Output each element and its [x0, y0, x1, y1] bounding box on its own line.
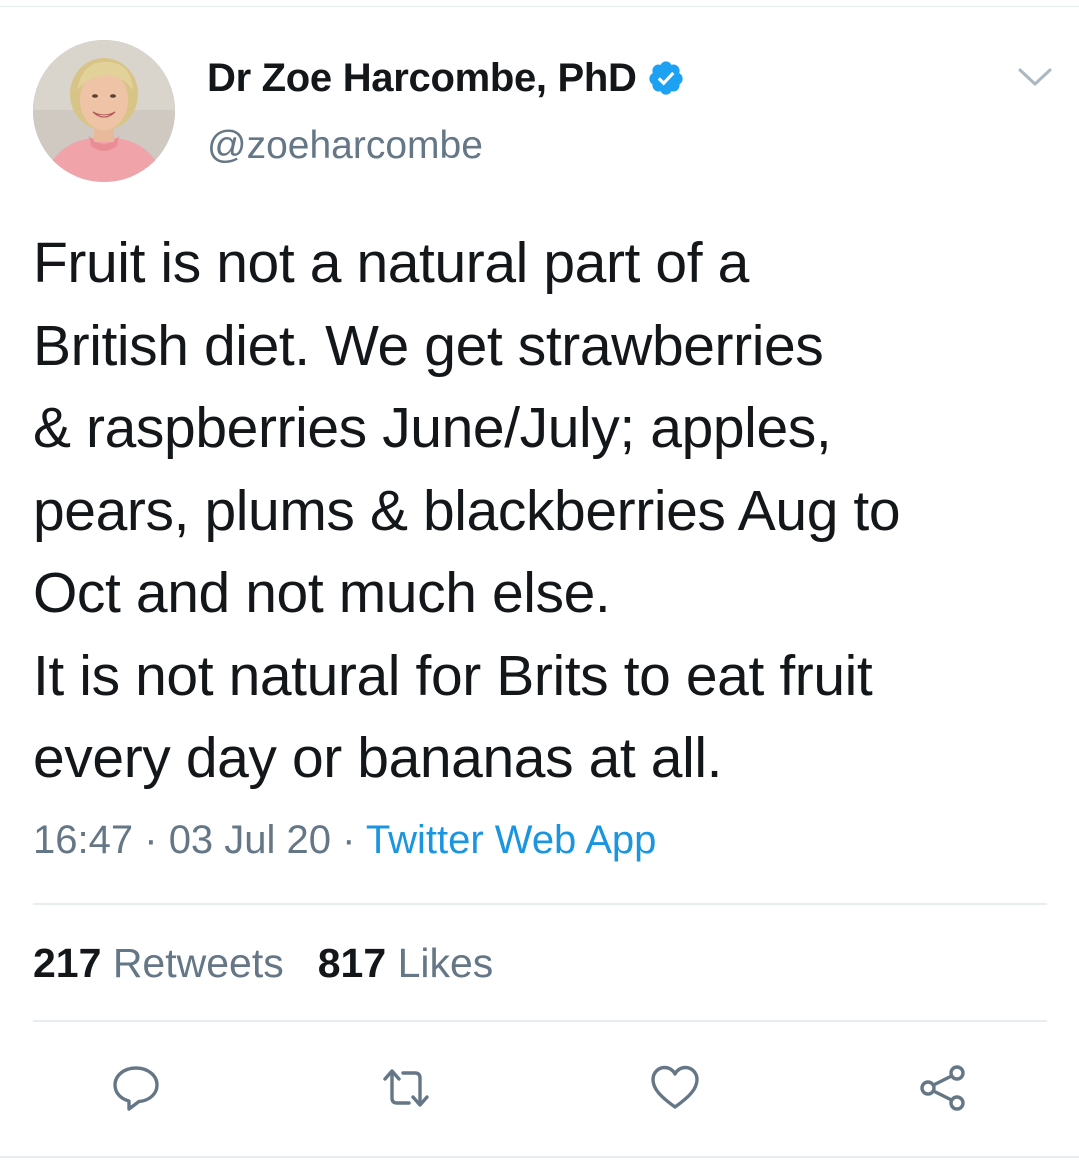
- tweet-time[interactable]: 16:47: [33, 818, 133, 862]
- tweet-stats: 217 Retweets 817 Likes: [33, 940, 493, 987]
- author-name-row[interactable]: Dr Zoe Harcombe, PhD: [207, 54, 685, 102]
- verified-badge-icon: [649, 61, 683, 95]
- meta-separator: ·: [144, 818, 158, 862]
- tweet-source-link[interactable]: Twitter Web App: [366, 818, 657, 862]
- retweet-icon[interactable]: [380, 1062, 432, 1114]
- likes-count: 817: [317, 940, 387, 986]
- heart-icon[interactable]: [649, 1062, 701, 1114]
- retweets-count: 217: [33, 940, 102, 986]
- author-handle[interactable]: @zoeharcombe: [207, 124, 483, 168]
- likes-label: Likes: [397, 940, 494, 986]
- tweet-text-line: Oct and not much else.: [33, 561, 611, 625]
- share-icon[interactable]: [917, 1062, 969, 1114]
- tweet-text-line: pears, plums & blackberries Aug to: [33, 478, 901, 543]
- avatar[interactable]: [33, 40, 175, 182]
- tweet-text: Fruit is not a natural part of a British…: [33, 222, 1063, 800]
- divider: [33, 903, 1047, 905]
- tweet-text-line: Fruit is not a natural part of a: [33, 231, 749, 295]
- meta-separator: ·: [342, 818, 356, 862]
- avatar-photo: [33, 40, 175, 182]
- chevron-down-icon[interactable]: [1016, 64, 1054, 90]
- tweet-text-line: every day or bananas at all.: [33, 726, 723, 790]
- retweets-stat[interactable]: 217 Retweets: [33, 940, 284, 986]
- divider: [33, 1020, 1047, 1022]
- bottom-divider: [0, 1156, 1079, 1158]
- likes-stat[interactable]: 817 Likes: [318, 940, 494, 986]
- tweet-date[interactable]: 03 Jul 20: [169, 818, 331, 862]
- tweet-meta: 16:47 · 03 Jul 20 · Twitter Web App: [33, 818, 656, 863]
- retweets-label: Retweets: [112, 940, 284, 986]
- tweet-text-line: & raspberries June/July; apples,: [33, 396, 832, 460]
- tweet-text-line: British diet. We get strawberries: [33, 313, 824, 378]
- tweet-text-line: It is not natural for Brits to eat fruit: [33, 643, 873, 708]
- author-display-name[interactable]: Dr Zoe Harcombe, PhD: [207, 56, 637, 101]
- reply-icon[interactable]: [110, 1062, 162, 1114]
- top-divider: [0, 6, 1079, 7]
